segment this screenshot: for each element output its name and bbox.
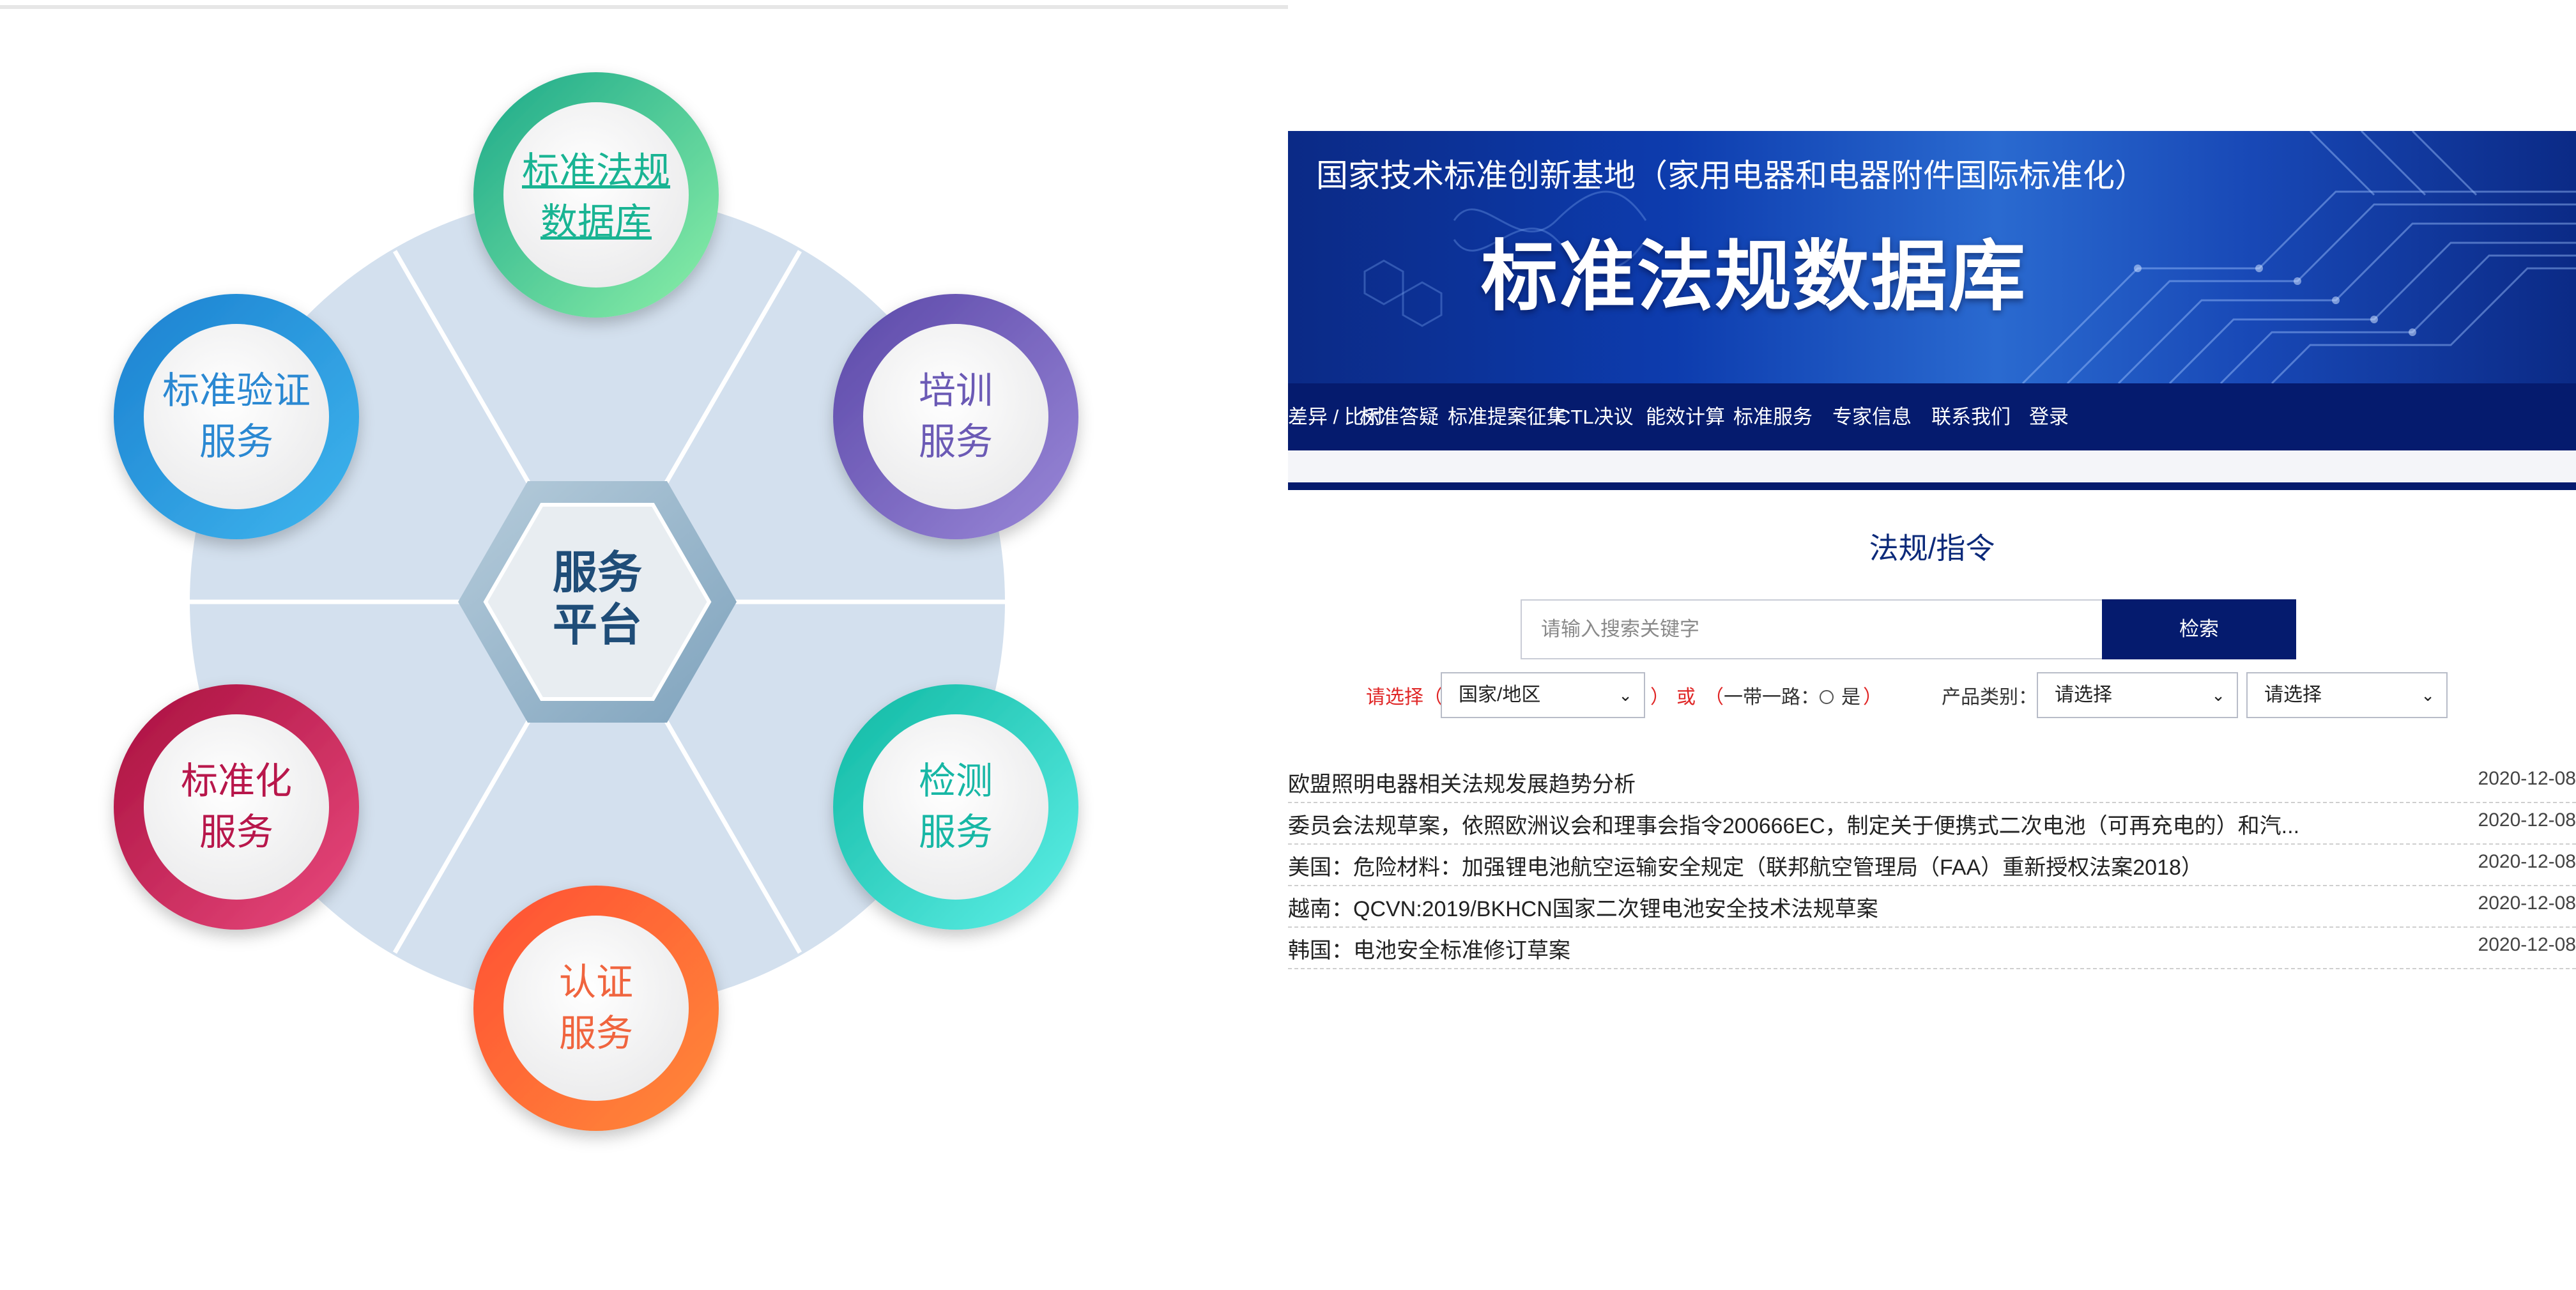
list-item-date: 2020-12-08: [2478, 768, 2576, 789]
belt-road-radio[interactable]: [1820, 690, 1834, 705]
banner-title: 标准法规数据库: [1481, 234, 2027, 319]
training-line2: 服务: [918, 421, 993, 463]
nav-item-experts[interactable]: 专家信息: [1832, 383, 1912, 450]
nav-divider: [1288, 482, 2576, 490]
main-nav: 差异 / 比对 标准答疑 标准提案征集 CTL决议 能效计算 标准服务 专家信息…: [1288, 383, 2576, 450]
list-item-title: 韩国：电池安全标准修订草案: [1288, 939, 1570, 963]
service-wheel: 服务 平台 标准法规 数据库 培训 服务 检测 服务 认证 服务 标准化 服务 …: [0, 0, 1288, 1287]
testing-label[interactable]: 检测 服务: [860, 756, 1052, 858]
list-item-date: 2020-12-08: [2478, 851, 2576, 872]
list-item[interactable]: 越南：QCVN:2019/BKHCN国家二次锂电池安全技术法规草案 2020-1…: [1288, 885, 2576, 928]
list-item-title: 委员会法规草案，依照欧洲议会和理事会指令200666EC，制定关于便携式二次电池…: [1288, 814, 2300, 838]
filter-prompt-close: ）: [1650, 687, 1669, 708]
subcategory-value: 请选择: [2264, 684, 2322, 705]
nav-item-ctl[interactable]: CTL决议: [1556, 383, 1634, 450]
regulation-database-line1: 标准法规: [521, 150, 670, 192]
list-item[interactable]: 委员会法规草案，依照欧洲议会和理事会指令200666EC，制定关于便携式二次电池…: [1288, 802, 2576, 845]
belt-road-label: 一带一路：: [1724, 687, 1820, 708]
filter-prompt: 请选择（: [1366, 687, 1443, 708]
nav-item-standard-service[interactable]: 标准服务: [1733, 383, 1813, 450]
certification-line1: 认证: [558, 962, 633, 1003]
belt-road-close: ）: [1863, 687, 1882, 708]
country-select-value: 国家/地区: [1459, 684, 1541, 705]
certification-label[interactable]: 认证 服务: [500, 957, 692, 1059]
list-item-date: 2020-12-08: [2478, 893, 2576, 914]
section-title: 法规/指令: [1869, 532, 1995, 565]
list-item[interactable]: 欧盟照明电器相关法规发展趋势分析 2020-12-08: [1288, 760, 2576, 803]
list-item[interactable]: 韩国：电池安全标准修订草案 2020-12-08: [1288, 926, 2576, 969]
standard-verification-line2: 服务: [199, 421, 273, 463]
regulation-database-line2: 数据库: [540, 201, 652, 243]
chevron-down-icon: ⌄: [1618, 686, 1632, 705]
product-category-label: 产品类别：: [1942, 687, 2037, 708]
banner-subtitle: 国家技术标准创新基地（家用电器和电器附件国际标准化）: [1316, 158, 2147, 194]
country-select[interactable]: 国家/地区 ⌄: [1441, 672, 1645, 718]
testing-line2: 服务: [918, 811, 993, 853]
chevron-down-icon: ⌄: [2421, 686, 2435, 705]
search-button[interactable]: 检索: [2102, 599, 2296, 659]
regulation-database-label[interactable]: 标准法规 数据库: [500, 146, 692, 248]
filter-or-label: 或: [1676, 687, 1696, 708]
center-line2: 平台: [553, 600, 642, 650]
nav-item-contact[interactable]: 联系我们: [1931, 383, 2011, 450]
standardization-line2: 服务: [199, 811, 273, 853]
nav-underbar: [1288, 450, 2576, 482]
belt-road-open: （: [1705, 687, 1724, 708]
certification-line2: 服务: [558, 1013, 633, 1054]
header-banner: 国家技术标准创新基地（家用电器和电器附件国际标准化） 标准法规数据库: [1288, 131, 2576, 383]
list-item[interactable]: 美国：危险材料：加强锂电池航空运输安全规定（联邦航空管理局（FAA）重新授权法案…: [1288, 843, 2576, 886]
list-item-date: 2020-12-08: [2478, 934, 2576, 955]
standard-verification-line1: 标准验证: [162, 370, 310, 411]
standardization-label[interactable]: 标准化 服务: [141, 756, 332, 858]
belt-road-yes-label: 是: [1841, 687, 1860, 708]
belt-road-radio-wrap: [1817, 684, 1836, 712]
service-platform-label: 服务 平台: [502, 546, 693, 651]
center-line1: 服务: [553, 548, 642, 597]
standardization-line1: 标准化: [180, 760, 292, 802]
nav-item-standard-qa[interactable]: 标准答疑: [1360, 383, 1439, 450]
training-line1: 培训: [918, 370, 993, 411]
nav-item-proposal[interactable]: 标准提案征集: [1448, 383, 1567, 450]
list-item-title: 美国：危险材料：加强锂电池航空运输安全规定（联邦航空管理局（FAA）重新授权法案…: [1288, 856, 2203, 880]
nav-item-energy-calc[interactable]: 能效计算: [1646, 383, 1725, 450]
training-label[interactable]: 培训 服务: [860, 365, 1052, 468]
chevron-down-icon: ⌄: [2211, 686, 2225, 705]
nav-item-login[interactable]: 登录: [2029, 383, 2069, 450]
list-item-title: 越南：QCVN:2019/BKHCN国家二次锂电池安全技术法规草案: [1288, 897, 1878, 921]
list-item-date: 2020-12-08: [2478, 810, 2576, 831]
product-category-value: 请选择: [2055, 684, 2112, 705]
search-input[interactable]: [1521, 599, 2102, 659]
standard-verification-label[interactable]: 标准验证 服务: [141, 365, 332, 468]
product-category-select[interactable]: 请选择 ⌄: [2037, 672, 2238, 718]
list-item-title: 欧盟照明电器相关法规发展趋势分析: [1288, 772, 1636, 797]
testing-line1: 检测: [918, 760, 993, 802]
subcategory-select[interactable]: 请选择 ⌄: [2246, 672, 2448, 718]
database-site: 国家技术标准创新基地（家用电器和电器附件国际标准化） 标准法规数据库 差异 / …: [1288, 0, 2576, 1287]
